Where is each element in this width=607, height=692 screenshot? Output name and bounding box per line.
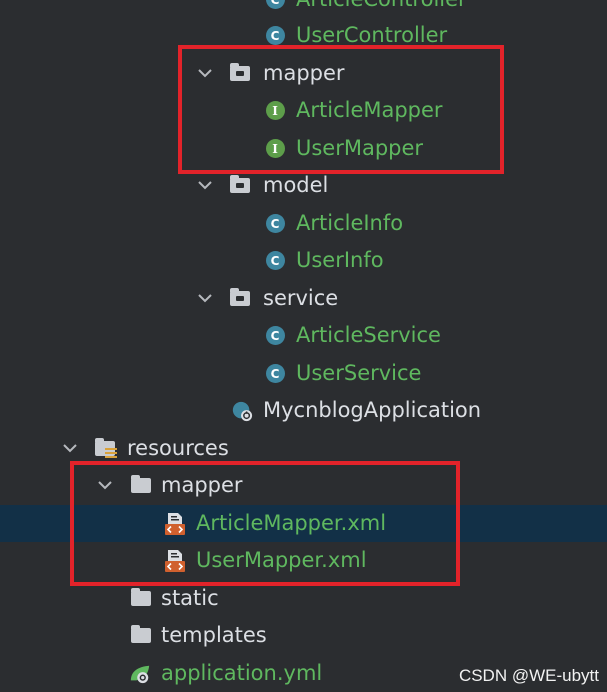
tree-item-label: ArticleInfo [296,211,404,235]
tree-item-label: model [263,173,329,197]
tree-item-user-mapper-xml[interactable]: UserMapper.xml [0,542,607,579]
spring-boot-app-icon [231,400,253,422]
tree-item-user-controller[interactable]: C UserController [0,17,607,54]
tree-item-label: templates [161,623,267,647]
class-icon: C [264,0,286,11]
tree-item-static[interactable]: static [0,580,607,617]
tree-item-label: UserMapper [296,136,424,160]
tree-item-label: mapper [263,61,345,85]
tree-item-user-service[interactable]: C UserService [0,355,607,392]
package-icon [229,63,251,85]
spring-config-icon [129,663,151,685]
tree-item-label: application.yml [161,661,323,685]
tree-item-label: service [263,286,339,310]
tree-item-label: UserMapper.xml [196,548,367,572]
interface-icon: I [264,100,286,122]
tree-item-model-package[interactable]: model [0,167,607,204]
tree-item-mycnblog-application[interactable]: MycnblogApplication [0,392,607,429]
tree-item-label: ArticleController [296,0,467,18]
mybatis-xml-icon [164,549,186,572]
chevron-down-icon[interactable] [194,175,216,197]
folder-icon [130,475,152,497]
tree-item-resources-mapper[interactable]: mapper [0,467,607,504]
class-icon: C [264,213,286,235]
chevron-down-icon[interactable] [194,288,216,310]
tree-item-user-mapper[interactable]: I UserMapper [0,130,607,167]
watermark-text: CSDN @WE-ubytt [458,666,599,685]
package-icon [229,288,251,310]
tree-item-label: ArticleService [296,323,441,347]
chevron-down-icon[interactable] [94,475,116,497]
class-icon: C [264,25,286,47]
class-icon: C [264,325,286,347]
class-icon: C [264,363,286,385]
interface-icon: I [264,138,286,160]
tree-item-label: ArticleMapper.xml [196,511,387,535]
chevron-down-icon[interactable] [194,63,216,85]
tree-item-label: resources [127,436,229,460]
chevron-down-icon[interactable] [59,438,81,460]
tree-item-mapper-package[interactable]: mapper [0,55,607,92]
tree-item-article-mapper[interactable]: I ArticleMapper [0,92,607,129]
tree-item-label: ArticleMapper [296,98,443,122]
tree-item-label: mapper [161,473,243,497]
tree-item-label: UserController [296,23,448,47]
tree-item-resources[interactable]: resources [0,430,607,467]
folder-icon [130,625,152,647]
tree-item-label: MycnblogApplication [263,398,482,422]
tree-item-label: static [161,586,219,610]
tree-item-user-info[interactable]: C UserInfo [0,242,607,279]
tree-item-article-service[interactable]: C ArticleService [0,317,607,354]
tree-item-service-package[interactable]: service [0,280,607,317]
tree-item-label: UserInfo [296,248,384,272]
tree-item-label: UserService [296,361,422,385]
tree-item-templates[interactable]: templates [0,617,607,654]
resources-folder-icon [94,438,117,460]
tree-item-article-mapper-xml[interactable]: ArticleMapper.xml [0,505,607,542]
mybatis-xml-icon [164,512,186,535]
class-icon: C [264,250,286,272]
package-icon [229,175,251,197]
tree-item-article-info[interactable]: C ArticleInfo [0,205,607,242]
tree-item-article-controller[interactable]: C ArticleController [0,0,607,18]
folder-icon [130,588,152,610]
